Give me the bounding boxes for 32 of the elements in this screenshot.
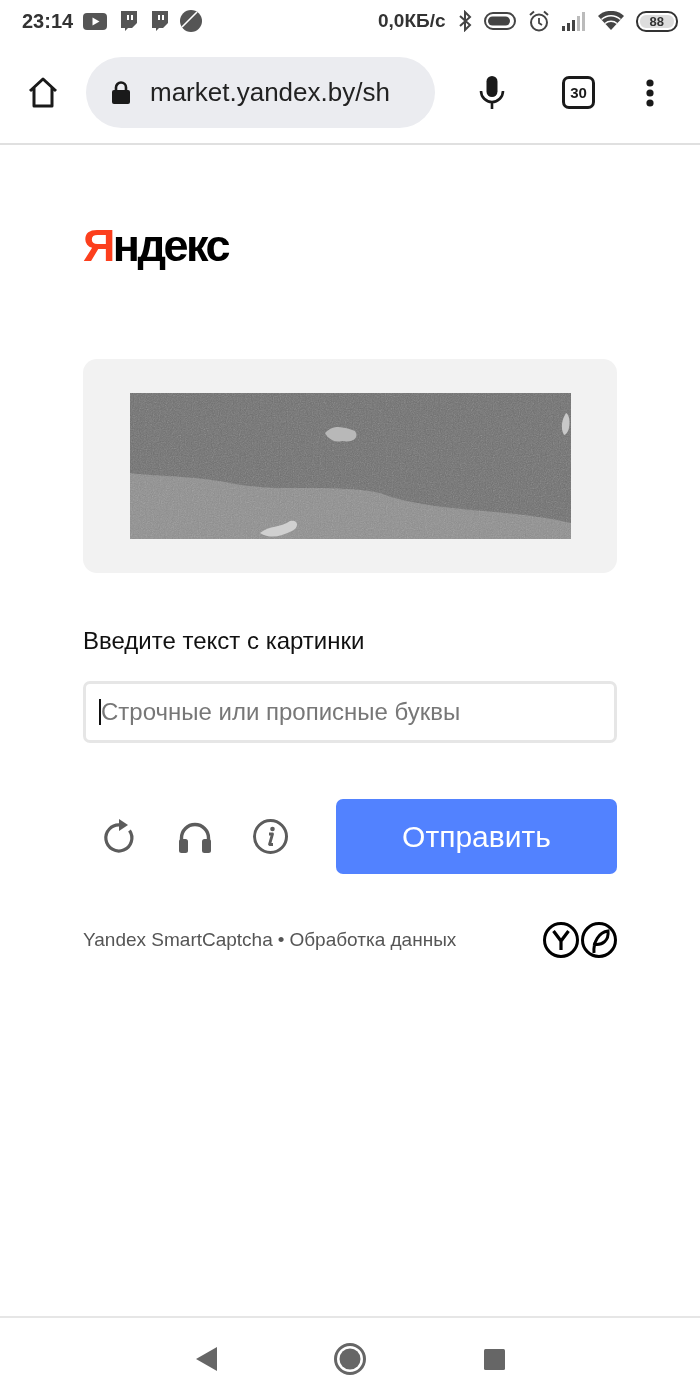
headphones-icon: [178, 820, 212, 853]
captcha-prompt: Введите текст с картинки: [83, 626, 365, 656]
smartcaptcha-link[interactable]: Yandex SmartCaptcha: [83, 929, 273, 951]
microphone-icon: [479, 76, 505, 109]
circled-leaf-icon: [581, 922, 617, 958]
alarm-clock-icon: [527, 10, 550, 32]
pill-toggle-icon: [483, 12, 516, 30]
info-icon: [252, 819, 288, 854]
lock-icon: [112, 81, 130, 104]
battery-indicator: 88: [635, 10, 678, 32]
yandex-logo: Яндекс: [83, 221, 229, 271]
captcha-input[interactable]: Строчные или прописные буквы: [83, 681, 617, 743]
wifi-icon: [597, 11, 624, 31]
status-time: 23:14: [22, 9, 74, 33]
circled-y-icon: [543, 922, 579, 958]
house-icon: [27, 77, 59, 108]
speech-bubble-icon: [149, 10, 170, 32]
striped-circle-icon: [180, 10, 203, 32]
square-icon: [483, 1348, 505, 1370]
submit-button[interactable]: Отправить: [336, 799, 617, 874]
bluetooth-icon: [457, 10, 472, 32]
speech-bubble-icon: [118, 10, 139, 32]
menu-icon: [646, 78, 654, 107]
separator-dot: •: [277, 929, 285, 951]
video-play-icon: [83, 12, 108, 30]
data-processing-link[interactable]: Обработка данных: [289, 929, 457, 951]
signal-icon: [561, 11, 586, 31]
home-circle-icon: [334, 1343, 366, 1375]
tab-switcher-button[interactable]: 30: [562, 76, 595, 109]
network-speed: 0,0КБ/с: [378, 10, 446, 32]
address-bar[interactable]: market.yandex.by/sh: [86, 57, 435, 128]
back-triangle-icon: [195, 1347, 217, 1371]
